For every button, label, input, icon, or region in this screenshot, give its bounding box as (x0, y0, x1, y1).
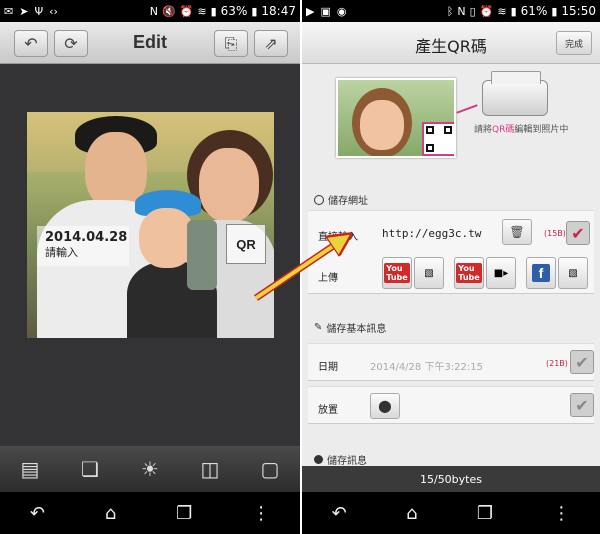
code-icon: ‹› (49, 4, 58, 18)
youtube-icon: You Tube (456, 263, 482, 283)
byte-counter: 15/50bytes (302, 466, 600, 492)
alarm-icon: ⏰ (179, 4, 194, 18)
menu-icon[interactable]: ⋮ (252, 503, 270, 524)
export-button[interactable]: ⎘ (214, 30, 248, 57)
nfc-icon: N (457, 4, 466, 18)
layers-icon: ❏ (81, 457, 99, 481)
qr-code-icon (422, 122, 454, 156)
photo-caption-box[interactable]: 2014.04.28 請輸入 (37, 226, 129, 266)
preview-photo (336, 78, 456, 158)
facebook-icon: f (532, 264, 550, 282)
wifi-icon: ≋ (497, 4, 507, 18)
video-camera-button[interactable]: ■▸ (486, 257, 516, 289)
edit-toolbar: ↶ ⟳ Edit ⎘ ⇗ (0, 22, 300, 64)
status-bar: ✉ ➤ Ψ ‹› N 🔇 ⏰ ≋ ▮ 63% ▮ 18:47 (0, 0, 300, 22)
signal-icon: ▮ (210, 4, 217, 18)
home-icon[interactable]: ⌂ (406, 503, 417, 524)
pen-icon: ✎ (314, 322, 323, 333)
location-button[interactable]: ⬤ (370, 393, 400, 419)
date-label: 日期 (318, 362, 338, 373)
signal-icon: ▮ (510, 4, 517, 18)
youtube-video-button[interactable]: You Tube (454, 257, 484, 289)
bluetooth-icon: ᛒ (446, 4, 454, 18)
export-icon: ⎘ (224, 33, 238, 53)
printer-icon: ▤ (20, 457, 40, 481)
location-pin-icon: ⬤ (378, 399, 392, 413)
printer-hint: 請將QR碼編輯到照片中 (474, 125, 569, 135)
back-icon[interactable]: ↶ (30, 503, 45, 524)
url-field[interactable]: http://egg3c.tw (382, 227, 481, 240)
print-tool-button[interactable]: ▤ (17, 456, 43, 482)
clock: 18:47 (261, 4, 296, 18)
youtube-gallery-button[interactable]: ▧ (414, 257, 444, 289)
place-card: 放置 ⬤ ✔ (308, 386, 594, 424)
layers-tool-button[interactable]: ❏ (77, 456, 103, 482)
photo-icon: ▣ (320, 4, 331, 18)
nfc-icon: N (149, 4, 158, 18)
mute-icon: 🔇 (161, 4, 176, 18)
date-bytes: (21B) (546, 359, 568, 368)
recent-apps-icon[interactable]: ❐ (477, 503, 493, 524)
section-save-url: 儲存網址 (314, 192, 368, 207)
battery-icon: ▮ (251, 4, 258, 18)
brightness-icon: ☀ (141, 457, 159, 481)
gallery-icon: ▧ (568, 267, 578, 279)
video-camera-icon: ■▸ (493, 267, 509, 279)
share-icon: ⇗ (264, 34, 278, 53)
photo-date: 2014.04.28 (45, 230, 128, 245)
recent-apps-icon[interactable]: ❐ (176, 503, 192, 524)
menu-icon[interactable]: ⋮ (552, 503, 570, 524)
facebook-button[interactable]: f (526, 257, 556, 289)
date-card: 日期 2014/4/28 下午3:22:15 (21B) ✔ (308, 343, 594, 381)
date-value[interactable]: 2014/4/28 下午3:22:15 (370, 358, 483, 373)
edit-tools: ▤ ❏ ☀ ◫ ▢ (0, 446, 300, 492)
photo-caption: 請輸入 (45, 246, 78, 259)
brightness-tool-button[interactable]: ☀ (137, 456, 163, 482)
battery-level: 61% (520, 4, 548, 18)
gallery-icon: ▧ (424, 267, 434, 279)
url-checkbox[interactable]: ✔ (566, 221, 590, 245)
send-icon: ➤ (19, 4, 29, 18)
printer-icon (482, 71, 548, 116)
facebook-gallery-button[interactable]: ▧ (558, 257, 588, 289)
url-bytes: (15B) (544, 229, 566, 238)
qr-header: 產生QR碼 完成 (302, 22, 600, 64)
trash-icon: 🗑 (509, 225, 525, 239)
date-checkbox[interactable]: ✔ (570, 350, 594, 374)
notification-icon: ◉ (336, 4, 347, 18)
layout-tool-button[interactable]: ◫ (197, 456, 223, 482)
globe-icon (314, 194, 324, 205)
family-photo[interactable]: 2014.04.28 請輸入 QR (27, 112, 274, 338)
clock: 15:50 (561, 4, 596, 18)
place-label: 放置 (318, 405, 338, 416)
battery-level: 63% (220, 4, 248, 18)
youtube-icon: You Tube (384, 263, 410, 283)
frame-tool-button[interactable]: ▢ (257, 456, 283, 482)
nav-bar: ↶ ⌂ ❐ ⋮ (302, 492, 600, 534)
status-bar: ▶ ▣ ◉ ᛒ N ▯ ⏰ ≋ ▮ 61% ▮ 15:50 (302, 0, 600, 22)
section-save-message: 儲存訊息 (314, 452, 367, 467)
done-button[interactable]: 完成 (556, 31, 592, 55)
alarm-icon: ⏰ (479, 4, 494, 18)
home-icon[interactable]: ⌂ (105, 503, 116, 524)
play-icon: ▶ (306, 4, 315, 18)
youtube-button[interactable]: You Tube (382, 257, 412, 289)
vibrate-icon: ▯ (469, 4, 476, 18)
back-icon[interactable]: ↶ (332, 503, 347, 524)
layout-icon: ◫ (200, 457, 220, 481)
share-button[interactable]: ⇗ (254, 30, 288, 57)
usb-icon: Ψ (34, 4, 44, 18)
frame-icon: ▢ (260, 457, 280, 481)
wifi-icon: ≋ (197, 4, 207, 18)
nav-bar: ↶ ⌂ ❐ ⋮ (0, 492, 300, 534)
delete-url-button[interactable]: 🗑 (502, 219, 532, 245)
email-icon: ✉ (4, 4, 14, 18)
place-checkbox[interactable]: ✔ (570, 393, 594, 417)
message-icon (314, 455, 323, 464)
arrow-annotation (254, 226, 360, 301)
upload-buttons: You Tube ▧ You Tube ■▸ f ▧ (382, 257, 588, 289)
battery-icon: ▮ (551, 4, 558, 18)
section-save-basic: ✎ 儲存基本訊息 (314, 322, 387, 335)
